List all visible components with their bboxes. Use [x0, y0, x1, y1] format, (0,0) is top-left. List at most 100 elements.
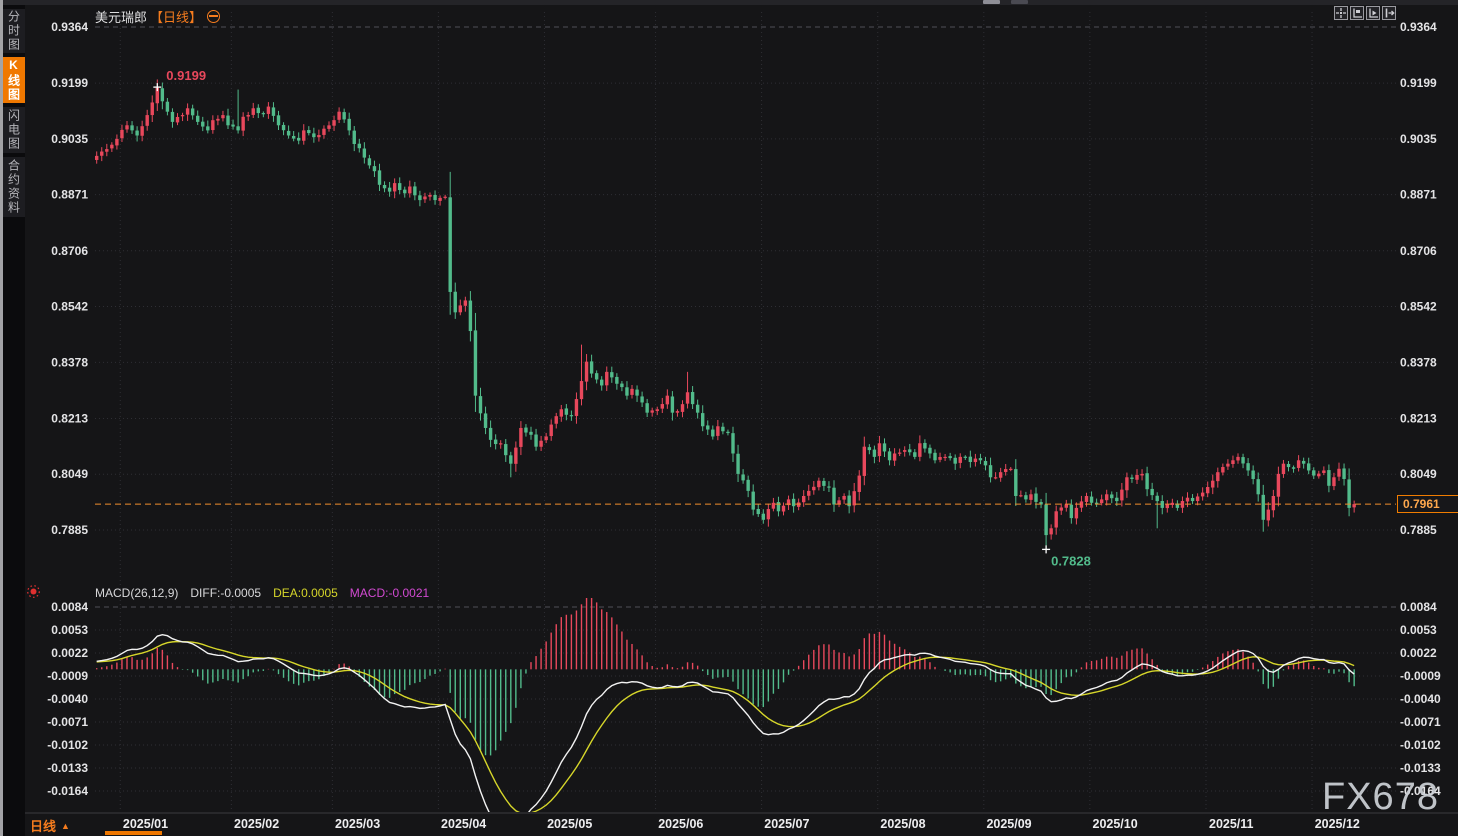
candle [271, 107, 276, 116]
candle [524, 427, 528, 433]
candle [877, 443, 882, 457]
candle [1347, 479, 1351, 508]
candle [539, 440, 543, 447]
candle [1327, 470, 1331, 486]
candle [509, 455, 513, 464]
candle [973, 458, 978, 463]
candle [1276, 473, 1281, 497]
candle [236, 126, 240, 131]
candle [302, 130, 306, 141]
macd-line [96, 640, 1355, 812]
period-tag: 【日线】 [150, 10, 203, 25]
candle [327, 125, 331, 129]
candle [1206, 487, 1210, 494]
date-axis-label: 2025/02 [234, 817, 279, 831]
candle [1211, 480, 1215, 488]
macd-params: MACD(26,12,9) [95, 586, 179, 600]
candle [746, 479, 750, 491]
candle [493, 439, 498, 445]
axis-tick-label: 0.0053 [1400, 623, 1437, 637]
candle [695, 404, 700, 413]
crosshair-move-icon[interactable] [1334, 6, 1348, 20]
horizontal-scrollbar-thumb[interactable] [105, 831, 162, 835]
candle [458, 305, 462, 313]
axis-tick-label: 0.8049 [51, 467, 88, 481]
candle [1195, 496, 1200, 502]
candle [766, 509, 771, 520]
candle [1221, 467, 1225, 473]
candle [923, 442, 927, 449]
candle [1322, 470, 1326, 473]
candle [625, 387, 629, 396]
candle [690, 391, 695, 405]
candle [347, 118, 351, 131]
candle [751, 491, 755, 510]
candle [1074, 507, 1079, 519]
axis-play-icon[interactable] [1366, 6, 1380, 20]
price-panel[interactable] [95, 79, 1356, 550]
candle [322, 128, 326, 135]
period-selector[interactable]: 日线 ▲ [30, 816, 70, 835]
candle [1296, 460, 1301, 468]
candle [488, 427, 493, 440]
candle [185, 108, 190, 115]
candle [1261, 494, 1265, 520]
macd-panel[interactable] [95, 597, 1355, 833]
last-price-value: 0.7961 [1403, 497, 1440, 511]
axis-tick-label: 0.8542 [51, 300, 88, 314]
candle [635, 389, 639, 396]
candle [1150, 488, 1154, 496]
candle [908, 449, 912, 453]
candle [1216, 472, 1220, 482]
candle [867, 447, 872, 451]
candle [1291, 467, 1296, 469]
candle [1125, 477, 1129, 491]
candle [716, 426, 720, 436]
candle [993, 477, 998, 479]
axis-tick-label: 0.9035 [1400, 132, 1437, 146]
axis-flag-icon[interactable] [1350, 6, 1364, 20]
candle [382, 184, 387, 189]
candle [791, 498, 796, 507]
collapse-right-icon[interactable] [1382, 6, 1396, 20]
candle [1120, 489, 1124, 501]
candle [1185, 497, 1190, 502]
axis-tick-label: 0.0084 [1400, 600, 1437, 614]
candle [443, 196, 447, 198]
candle [620, 383, 624, 388]
candle [887, 451, 892, 461]
candle [655, 409, 659, 412]
candle [807, 490, 811, 496]
candle [1004, 469, 1008, 472]
candle [1226, 463, 1230, 467]
date-axis-label: 2025/06 [658, 817, 703, 831]
circle-minus-icon[interactable] [207, 10, 221, 23]
candle [1246, 463, 1250, 471]
candle [615, 376, 619, 384]
date-axis-label: 2025/10 [1093, 817, 1138, 831]
macd-dea-value: DEA:0.0005 [273, 586, 338, 600]
candle [1180, 501, 1185, 508]
candle [958, 456, 962, 463]
candle [1190, 497, 1195, 502]
candle [307, 130, 311, 134]
candle [963, 456, 967, 458]
candle [594, 373, 599, 380]
candle [706, 425, 710, 430]
axis-tick-label: 0.9199 [51, 76, 88, 90]
candle [1140, 473, 1144, 476]
candle [731, 433, 735, 454]
candle [1034, 493, 1038, 502]
candle [1271, 495, 1276, 511]
candle [1281, 463, 1286, 475]
axis-tick-label: 0.8049 [1400, 467, 1437, 481]
axis-tick-label: -0.0133 [47, 761, 88, 775]
candle [281, 124, 286, 131]
candle [1160, 501, 1164, 508]
chart-toolbar [1334, 6, 1396, 20]
axis-tick-label: -0.0102 [47, 738, 88, 752]
chart-plot[interactable]: 0.9364 0.9364 0.9199 0.9199 0.9035 0.9035 0.88… [0, 0, 1458, 836]
low-price-annotation: 0.7828 [1051, 553, 1091, 568]
candle [1337, 468, 1341, 477]
candle [1231, 460, 1235, 465]
